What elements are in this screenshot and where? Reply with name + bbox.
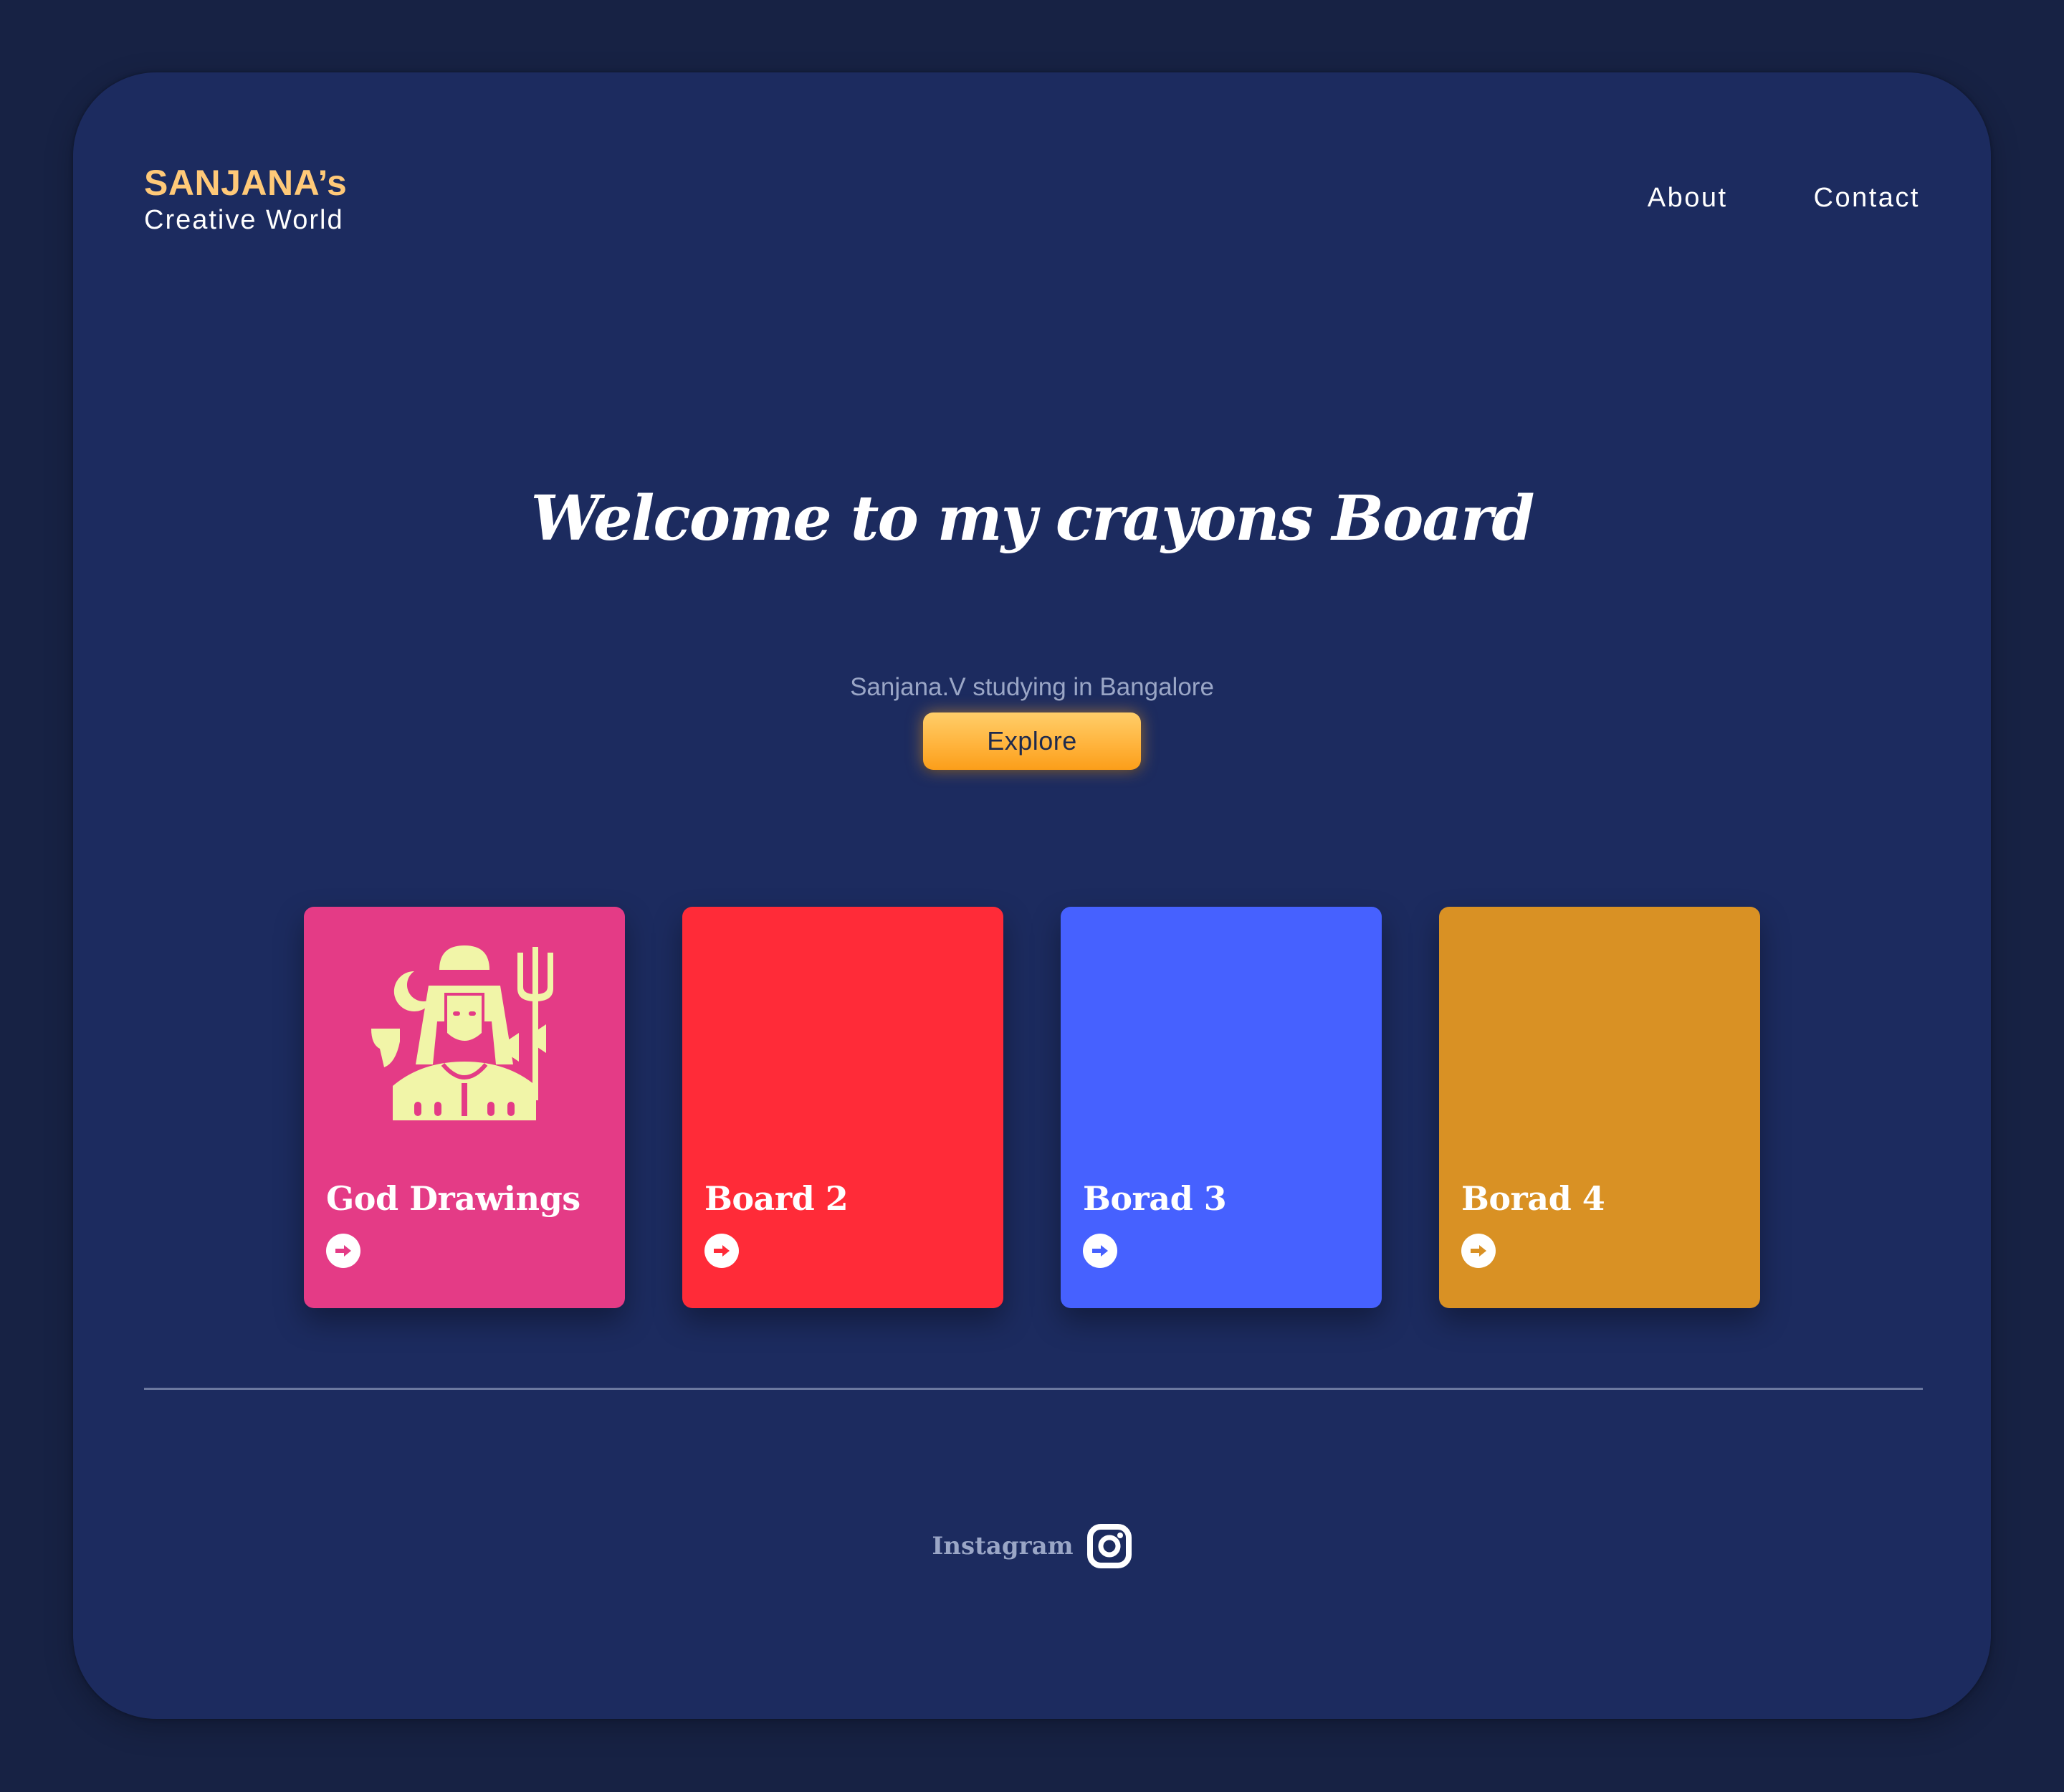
- app-frame: SANJANA’s Creative World About Contact W…: [73, 72, 1991, 1719]
- nav-contact-link[interactable]: Contact: [1814, 183, 1920, 214]
- hero-subtitle: Sanjana.V studying in Bangalore: [850, 673, 1214, 701]
- arrow-right-icon[interactable]: [704, 1234, 739, 1268]
- main-nav: About Contact: [1648, 183, 1920, 214]
- instagram-link[interactable]: Instagram: [932, 1532, 1073, 1560]
- instagram-icon[interactable]: [1086, 1523, 1132, 1569]
- brand-name: SANJANA’s: [144, 163, 348, 203]
- card-title: Borad 4: [1461, 1179, 1605, 1218]
- footer-divider: [144, 1388, 1923, 1390]
- board-card-2[interactable]: Board 2: [682, 907, 1003, 1308]
- board-cards: God Drawings Board 2 Borad 3 Borad 4: [304, 907, 1760, 1308]
- hero-title: Welcome to my crayons Board: [530, 482, 1534, 555]
- site-footer: Instagram: [73, 1523, 1991, 1569]
- card-title: Borad 3: [1083, 1179, 1227, 1218]
- arrow-right-icon[interactable]: [1461, 1234, 1496, 1268]
- board-card-4[interactable]: Borad 4: [1439, 907, 1760, 1308]
- board-card-god-drawings[interactable]: God Drawings: [304, 907, 625, 1308]
- brand-tagline: Creative World: [144, 205, 344, 235]
- shiva-icon: [371, 945, 553, 1120]
- arrow-right-icon[interactable]: [326, 1234, 360, 1268]
- nav-about-link[interactable]: About: [1648, 183, 1728, 214]
- brand-logo[interactable]: SANJANA’s Creative World: [144, 161, 347, 236]
- explore-button[interactable]: Explore: [923, 712, 1141, 770]
- card-title: God Drawings: [326, 1179, 580, 1218]
- arrow-right-icon[interactable]: [1083, 1234, 1117, 1268]
- card-title: Board 2: [704, 1179, 849, 1218]
- board-card-3[interactable]: Borad 3: [1061, 907, 1382, 1308]
